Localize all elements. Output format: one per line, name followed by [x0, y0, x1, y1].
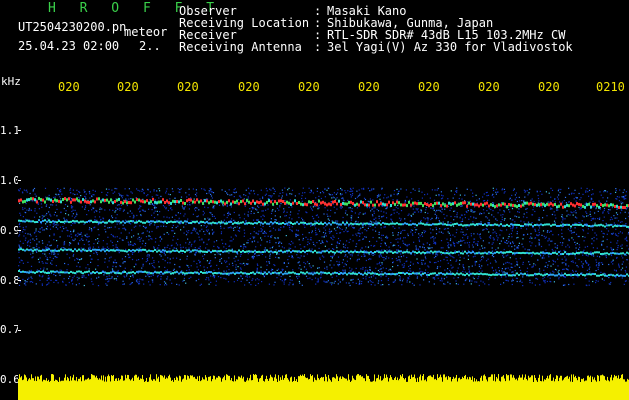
- info-colons: : : : :: [314, 5, 321, 53]
- file-suffix: 2..: [139, 39, 161, 53]
- y-axis-unit: kHz: [1, 75, 21, 88]
- spectrogram-plot: [18, 95, 629, 400]
- y-tick-mark: [18, 180, 21, 181]
- y-tick-label: 0.8: [0, 274, 20, 287]
- file-name: UT2504230200.pn: [18, 20, 127, 34]
- y-tick-label: 0.6: [0, 373, 20, 386]
- y-tick-label: 0.7: [0, 323, 20, 336]
- y-tick-label: 1.0: [0, 174, 20, 187]
- amplitude-bar: [18, 374, 629, 400]
- info-labels: Observer Receiving Location Receiver Rec…: [179, 5, 309, 53]
- x-tick-label: 020: [478, 80, 500, 94]
- x-tick-label: 0210: [596, 80, 625, 94]
- y-tick-mark: [18, 230, 21, 231]
- x-tick-label: 020: [58, 80, 80, 94]
- info-values: Masaki Kano Shibukawa, Gunma, Japan RTL-…: [327, 5, 573, 53]
- signal-trace: [18, 219, 629, 228]
- y-tick-mark: [18, 280, 21, 281]
- signal-trace: [18, 248, 629, 256]
- x-tick-label: 020: [538, 80, 560, 94]
- x-tick-label: 020: [117, 80, 139, 94]
- y-tick-mark: [18, 130, 21, 131]
- x-tick-label: 020: [358, 80, 380, 94]
- y-tick-label: 1.1: [0, 124, 20, 137]
- signal-trace: [18, 196, 629, 209]
- x-tick-label: 020: [418, 80, 440, 94]
- x-tick-label: 020: [298, 80, 320, 94]
- date-time: 25.04.23 02:00: [18, 39, 120, 53]
- label-receiving-antenna: Receiving Antenna: [179, 40, 302, 54]
- colon: :: [314, 40, 322, 54]
- y-tick-mark: [18, 330, 21, 331]
- y-tick-label: 0.9: [0, 224, 20, 237]
- file-type: meteor: [124, 25, 168, 39]
- value-receiving-antenna: 3el Yagi(V) Az 330 for Vladivostok: [327, 40, 573, 54]
- x-tick-label: 020: [177, 80, 199, 94]
- spectrogram-canvas: [18, 95, 629, 400]
- x-tick-label: 020: [238, 80, 260, 94]
